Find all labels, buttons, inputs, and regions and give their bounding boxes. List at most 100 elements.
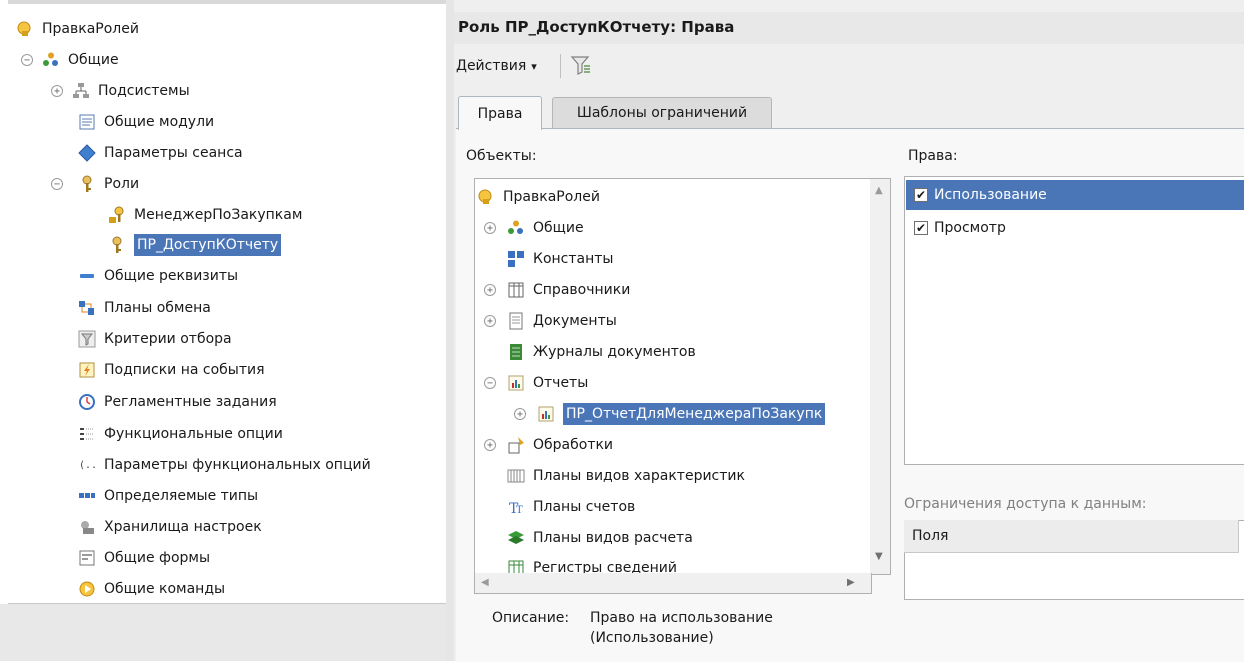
common-group-icon bbox=[42, 51, 60, 69]
left-tree-item[interactable]: МенеджерПоЗакупкам bbox=[108, 203, 302, 227]
left-tree-item[interactable]: Общие bbox=[42, 48, 119, 72]
objects-tree-item[interactable]: Справочники bbox=[507, 278, 630, 302]
left-tree-item[interactable]: Критерии отбора bbox=[78, 327, 232, 351]
objects-tree-item[interactable]: Константы bbox=[507, 247, 613, 271]
tree-item-label: Хранилища настроек bbox=[104, 519, 262, 535]
left-tree-item[interactable]: Параметры сеанса bbox=[78, 141, 243, 165]
description-text-line2: (Использование) bbox=[590, 630, 714, 646]
restrictions-column-fields[interactable]: Поля bbox=[912, 528, 948, 544]
tree-item-label: Справочники bbox=[533, 282, 631, 298]
expander-glyph: − bbox=[484, 377, 496, 389]
filter-button[interactable] bbox=[568, 52, 594, 78]
tree-item-label: Журналы документов bbox=[533, 344, 696, 360]
expand-icon[interactable]: + bbox=[50, 84, 64, 98]
left-tree-item[interactable]: ПравкаРолей bbox=[16, 17, 139, 41]
objects-label: Объекты: bbox=[466, 148, 537, 164]
scroll-up-icon[interactable]: ▲ bbox=[875, 185, 883, 196]
tab-restriction-templates[interactable]: Шаблоны ограничений bbox=[552, 97, 772, 128]
expand-icon[interactable]: + bbox=[483, 314, 497, 328]
tree-item-label: Отчеты bbox=[533, 375, 589, 391]
objects-tree-item[interactable]: T T Планы счетов bbox=[507, 495, 635, 519]
tree-item-label: Роли bbox=[104, 176, 140, 192]
restrictions-label: Ограничения доступа к данным: bbox=[904, 496, 1147, 512]
left-tree-item[interactable]: Хранилища настроек bbox=[78, 515, 262, 539]
tree-item-label: Обработки bbox=[533, 437, 614, 453]
scroll-down-icon[interactable]: ▼ bbox=[875, 551, 883, 562]
tree-item-label: Определяемые типы bbox=[104, 488, 259, 504]
form-icon bbox=[78, 549, 96, 567]
module-icon bbox=[78, 113, 96, 131]
report-icon bbox=[537, 405, 555, 423]
checkbox[interactable]: ✔ bbox=[914, 188, 928, 202]
chart-of-accounts-icon: TT bbox=[507, 498, 525, 516]
objects-tree-item[interactable]: Планы видов расчета bbox=[507, 526, 693, 550]
settings-storage-icon bbox=[78, 518, 96, 536]
expander-glyph: − bbox=[21, 54, 33, 66]
collapse-icon[interactable]: − bbox=[20, 53, 34, 67]
objects-vertical-scrollbar[interactable]: ▲ ▼ bbox=[870, 178, 891, 575]
tree-item-label: Документы bbox=[533, 313, 617, 329]
expand-icon[interactable]: + bbox=[483, 283, 497, 297]
expand-icon[interactable]: + bbox=[513, 407, 527, 421]
left-tree-item[interactable]: Функциональные опции bbox=[78, 422, 283, 446]
expander-glyph: + bbox=[484, 284, 496, 296]
functional-option-icon bbox=[78, 425, 96, 443]
panel-splitter[interactable] bbox=[446, 0, 454, 661]
command-icon bbox=[78, 580, 96, 598]
description-text-line1: Право на использование bbox=[590, 610, 773, 626]
right-item[interactable]: ✔ Просмотр bbox=[906, 213, 1244, 243]
scroll-left-icon[interactable]: ◀ bbox=[481, 577, 489, 588]
tree-item-label: Общие реквизиты bbox=[104, 268, 239, 284]
key-icon bbox=[108, 236, 126, 254]
left-tree-item[interactable]: Подсистемы bbox=[72, 79, 190, 103]
tree-item-label: Планы видов расчета bbox=[533, 530, 693, 546]
left-tree-item[interactable]: Роли bbox=[78, 172, 139, 196]
objects-tree-item[interactable]: Отчеты bbox=[507, 371, 588, 395]
left-tree-item[interactable]: ПР_ДоступКОтчету bbox=[108, 233, 282, 257]
left-tree-item[interactable]: Планы обмена bbox=[78, 296, 211, 320]
objects-tree-item[interactable]: Планы видов характеристик bbox=[507, 464, 745, 488]
left-tree-item[interactable]: Регламентные задания bbox=[78, 390, 277, 414]
tree-item-label: Общие команды bbox=[104, 581, 226, 597]
collapse-icon[interactable]: − bbox=[50, 177, 64, 191]
tree-item-label: ПравкаРолей bbox=[503, 189, 600, 205]
catalog-icon bbox=[507, 281, 525, 299]
key-icon bbox=[78, 175, 96, 193]
objects-tree-item[interactable]: ПР_ОтчетДляМенеджераПоЗакупк bbox=[537, 402, 826, 426]
tree-item-label: Константы bbox=[533, 251, 614, 267]
tree-item-label: Планы обмена bbox=[104, 300, 211, 316]
left-tree-item[interactable]: Определяемые типы bbox=[78, 484, 258, 508]
objects-tree-item[interactable]: ПравкаРолей bbox=[477, 185, 600, 209]
rights-list[interactable]: ✔ Использование ✔ Просмотр bbox=[904, 176, 1244, 465]
tree-item-label: Подписки на события bbox=[104, 362, 265, 378]
left-tree-item[interactable]: Общие формы bbox=[78, 546, 210, 570]
left-tree-item[interactable]: Общие реквизиты bbox=[78, 264, 238, 288]
filter-icon bbox=[570, 56, 590, 75]
objects-tree[interactable]: ПравкаРолей + Общие Константы + Справочники + Д… bbox=[474, 178, 872, 575]
actions-menu-button[interactable]: Действия ▾ bbox=[456, 54, 537, 78]
left-tree-item[interactable]: Общие модули bbox=[78, 110, 214, 134]
metadata-tree[interactable]: ПравкаРолей − Общие + Подсистемы Общие модули… bbox=[8, 0, 447, 604]
tree-item-label: Регламентные задания bbox=[104, 394, 277, 410]
left-tree-item[interactable]: Подписки на события bbox=[78, 358, 265, 382]
right-item[interactable]: ✔ Использование bbox=[906, 180, 1244, 210]
objects-tree-item[interactable]: Журналы документов bbox=[507, 340, 696, 364]
objects-tree-item[interactable]: Обработки bbox=[507, 433, 613, 457]
tree-item-label: Общие bbox=[533, 220, 584, 236]
objects-tree-item[interactable]: Общие bbox=[507, 216, 584, 240]
objects-horizontal-scrollbar[interactable]: ◀ ▶ bbox=[474, 573, 872, 594]
expander-glyph: + bbox=[514, 408, 526, 420]
tab-rights[interactable]: Права bbox=[458, 96, 542, 130]
data-processor-icon bbox=[507, 436, 525, 454]
objects-tree-item[interactable]: Документы bbox=[507, 309, 617, 333]
collapse-icon[interactable]: − bbox=[483, 376, 497, 390]
checkbox[interactable]: ✔ bbox=[914, 221, 928, 235]
document-icon bbox=[507, 312, 525, 330]
scroll-right-icon[interactable]: ▶ bbox=[847, 577, 855, 588]
chevron-down-icon: ▾ bbox=[531, 59, 537, 73]
expand-icon[interactable]: + bbox=[483, 221, 497, 235]
left-tree-item[interactable]: (..) Параметры функциональных опций bbox=[78, 453, 371, 477]
expand-icon[interactable]: + bbox=[483, 438, 497, 452]
functional-param-icon: (..) bbox=[78, 456, 96, 474]
left-tree-item[interactable]: Общие команды bbox=[78, 577, 225, 601]
